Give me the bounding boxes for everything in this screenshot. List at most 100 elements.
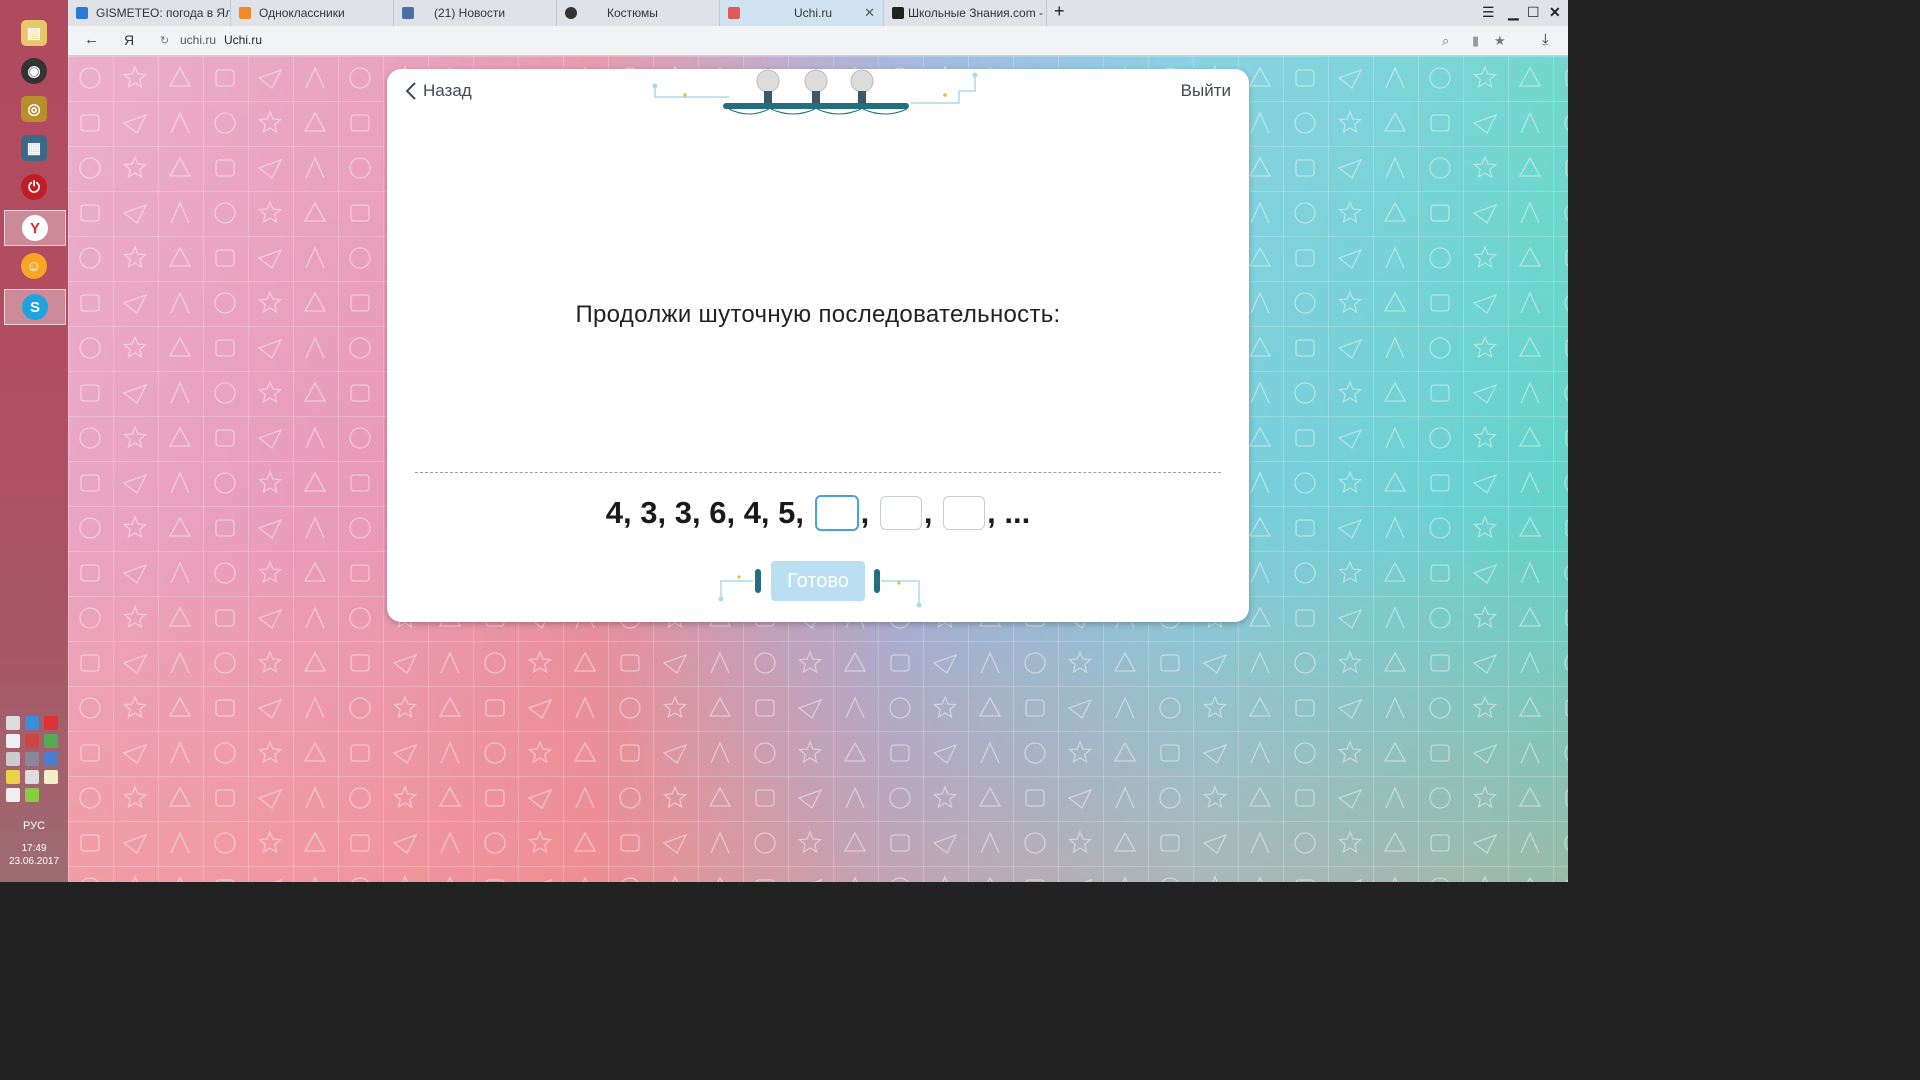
- pattern-plane-icon: [1337, 68, 1363, 89]
- monitor-icon[interactable]: [44, 752, 58, 766]
- done-button[interactable]: Готово: [771, 561, 865, 601]
- back-arrow-icon[interactable]: ←: [84, 31, 99, 48]
- pattern-triangle-icon: [168, 426, 192, 447]
- network-off-icon[interactable]: [25, 734, 39, 748]
- tab-gismeteo[interactable]: GISMETEO: погода в Ялутор: [68, 0, 231, 26]
- pattern-star-icon: [1337, 380, 1363, 404]
- photo-app[interactable]: ▦: [4, 131, 64, 165]
- skype-app[interactable]: S: [4, 289, 66, 325]
- pattern-triangle-icon: [303, 831, 327, 852]
- pattern-letter-icon: [170, 741, 190, 764]
- pattern-triangle-icon: [168, 786, 192, 807]
- pattern-circle-icon: [1564, 294, 1568, 312]
- url-host[interactable]: uchi.ru: [180, 33, 216, 47]
- page-title-in-address[interactable]: Uchi.ru: [224, 33, 262, 47]
- tab-uchi[interactable]: Uchi.ru ✕: [720, 0, 884, 26]
- exit-button[interactable]: Выйти: [1181, 81, 1231, 101]
- clock[interactable]: 17:49 23.06.2017: [0, 842, 68, 868]
- pattern-plane-icon: [1353, 878, 1363, 882]
- tab-znanija[interactable]: Школьные Знания.com - Ре: [884, 0, 1047, 26]
- language-indicator[interactable]: РУС: [0, 820, 68, 832]
- back-button[interactable]: Назад: [405, 81, 472, 101]
- pattern-letter-icon: [305, 786, 325, 809]
- display-icon[interactable]: [25, 752, 39, 766]
- vk-favicon-icon: [402, 7, 414, 19]
- pattern-triangle-icon: [843, 741, 867, 762]
- pattern-triangle-icon: [708, 696, 732, 717]
- pattern-square-icon: [350, 654, 370, 672]
- sync-icon[interactable]: [25, 716, 39, 730]
- pattern-circle-icon: [349, 607, 371, 629]
- files-app[interactable]: ▤: [4, 16, 64, 50]
- pattern-letter-icon: [1250, 471, 1270, 494]
- leaf-icon[interactable]: [44, 734, 58, 748]
- pattern-star-icon: [122, 245, 148, 269]
- pattern-circle-icon: [214, 832, 236, 854]
- pattern-circle-icon: [79, 247, 101, 269]
- speaker-icon: ◉: [21, 58, 47, 84]
- bookmark-star-icon[interactable]: ★: [1494, 33, 1506, 49]
- close-window-icon[interactable]: ✕: [1549, 4, 1561, 21]
- pattern-letter-icon: [1520, 561, 1540, 584]
- pattern-star-icon: [122, 785, 148, 809]
- pattern-star-icon: [1472, 65, 1498, 89]
- pattern-circle-icon: [1294, 112, 1316, 134]
- pattern-triangle-icon: [1248, 606, 1272, 627]
- note-icon[interactable]: [44, 770, 58, 784]
- tab-odnoklassniki[interactable]: Одноклассники: [231, 0, 394, 26]
- pattern-plane-icon: [257, 518, 283, 539]
- pattern-plane-icon: [1472, 203, 1498, 224]
- search-icon[interactable]: ⌕: [1442, 33, 1449, 49]
- protect-icon[interactable]: ▮: [1472, 33, 1479, 49]
- pattern-plane-icon: [122, 833, 148, 854]
- maximize-icon[interactable]: ☐: [1527, 4, 1540, 21]
- pattern-triangle-icon: [1518, 516, 1542, 537]
- pattern-circle-icon: [349, 67, 371, 89]
- menu-icon[interactable]: ☰: [1482, 4, 1495, 21]
- pattern-letter-icon: [170, 111, 190, 134]
- reload-icon[interactable]: ↻: [160, 34, 169, 47]
- sound-icon[interactable]: [6, 752, 20, 766]
- bulb-icon[interactable]: [6, 770, 20, 784]
- flag-icon[interactable]: [6, 734, 20, 748]
- pattern-plane-icon: [122, 293, 148, 314]
- tab-costumes[interactable]: Костюмы: [557, 0, 720, 26]
- pattern-square-icon: [485, 699, 505, 717]
- speaker-app[interactable]: ◉: [4, 54, 64, 88]
- pattern-star-icon: [1212, 875, 1218, 882]
- pattern-square-icon: [215, 339, 235, 357]
- pattern-plane-icon: [122, 383, 148, 404]
- yandex-browser-app[interactable]: Y: [4, 210, 66, 246]
- pattern-square-icon: [890, 654, 910, 672]
- answer-input-1[interactable]: [814, 495, 859, 531]
- smile-app[interactable]: ☺: [4, 249, 64, 283]
- pattern-square-icon: [1430, 834, 1450, 852]
- pattern-letter-icon: [1385, 696, 1405, 719]
- pattern-circle-icon: [79, 517, 101, 539]
- pattern-star-icon: [1472, 425, 1498, 449]
- yandex-logo[interactable]: Я: [124, 32, 134, 48]
- pattern-letter-icon: [845, 786, 865, 809]
- pattern-circle-icon: [1564, 564, 1568, 582]
- webcam-app[interactable]: ◎: [4, 92, 64, 126]
- pattern-letter-icon: [852, 876, 858, 882]
- power-app[interactable]: ⏻: [4, 170, 64, 204]
- pdf-icon[interactable]: [44, 716, 58, 730]
- answer-input-2[interactable]: [879, 496, 922, 530]
- close-tab-icon[interactable]: ✕: [864, 5, 875, 21]
- tab-vk-news[interactable]: (21) Новости: [394, 0, 557, 26]
- pattern-plane-icon: [122, 743, 148, 764]
- signal-icon[interactable]: [25, 770, 39, 784]
- keyboard-icon[interactable]: [6, 788, 20, 802]
- answer-input-3[interactable]: [943, 496, 986, 530]
- bulb-3-icon: [850, 69, 874, 103]
- pattern-letter-icon: [1385, 426, 1405, 449]
- pattern-plane-icon: [1337, 788, 1363, 809]
- pattern-circle-icon: [214, 292, 236, 314]
- minimize-icon[interactable]: ▁: [1508, 4, 1519, 21]
- nvidia-icon[interactable]: [25, 788, 39, 802]
- download-icon[interactable]: ⤓: [1542, 31, 1549, 48]
- new-tab-icon[interactable]: +: [1054, 1, 1065, 22]
- pattern-star-icon: [257, 200, 283, 224]
- volume-icon[interactable]: [6, 716, 20, 730]
